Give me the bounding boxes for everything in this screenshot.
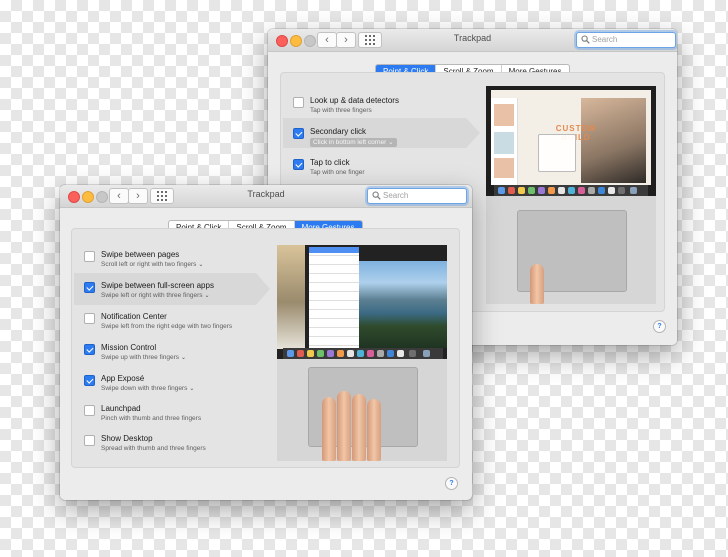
search-icon [372,191,381,200]
preview-mail-header [309,247,359,253]
dock-icon [568,187,575,194]
option-title: Swipe between pages [101,250,180,259]
option-title: Swipe between full-screen apps [101,281,214,290]
dock-icon [498,187,505,194]
dock-icon [528,187,535,194]
front-trackpad-window: ‹ › Trackpad Search Point & Click Scroll… [60,185,472,500]
dock-icon [377,350,384,357]
dock-icon [588,187,595,194]
dock-icon [558,187,565,194]
option-subtitle: Pinch with thumb and three fingers [101,415,202,422]
dock-icon [347,350,354,357]
option-title: Secondary click [310,127,367,136]
subtitle-text: Scroll left or right with two fingers [101,261,197,268]
dock-icon [548,187,555,194]
option-title: Tap to click [310,158,350,167]
option-subtitle: Tap with one finger [310,169,365,176]
gesture-preview [277,245,447,461]
chevron-down-icon: ⌄ [181,355,187,361]
dock-icon [327,350,334,357]
search-field[interactable]: Search [367,188,467,204]
dock-icon [538,187,545,194]
dock-icon [287,350,294,357]
finger-illustration [337,391,351,461]
option-subtitle[interactable]: Swipe up with three fingers ⌄ [101,354,186,361]
dock-icon [297,350,304,357]
context-menu [538,134,576,172]
show-desktop-checkbox[interactable] [84,435,95,446]
dock-icon [578,187,585,194]
chevron-down-icon: ⌄ [204,293,210,299]
dock-icon [409,350,416,357]
option-subtitle[interactable]: Scroll left or right with two fingers ⌄ [101,261,203,268]
dock-icon [598,187,605,194]
preview-thumb [494,132,514,154]
dock-icon [518,187,525,194]
dock-icon [423,350,430,357]
gesture-preview: CUSTOM BUILD [486,86,656,304]
launchpad-checkbox[interactable] [84,405,95,416]
secondary-click-popup[interactable]: Click in bottom left corner ⌄ [310,138,397,147]
search-placeholder: Search [383,191,409,200]
chevron-down-icon: ⌄ [189,386,195,392]
help-button[interactable]: ? [653,320,666,333]
subtitle-text: Swipe up with three fingers [101,354,180,361]
finger-illustration [530,264,544,304]
back-titlebar: ‹ › Trackpad Search [268,29,677,52]
front-titlebar: ‹ › Trackpad Search [60,185,472,208]
preview-dock [494,185,648,196]
option-subtitle[interactable]: Swipe left or right with three fingers ⌄ [101,292,210,299]
search-icon [581,35,590,44]
option-title: Mission Control [101,343,157,352]
dock-icon [307,350,314,357]
help-button[interactable]: ? [445,477,458,490]
dock-icon [337,350,344,357]
dock-icon [397,350,404,357]
dock-icon [508,187,515,194]
dock-icon [367,350,374,357]
finger-illustration [352,394,366,461]
dock-icon [630,187,637,194]
dock-icon [618,187,625,194]
look-up-checkbox[interactable] [293,97,304,108]
preview-dock [283,348,443,359]
dock-icon [357,350,364,357]
chevron-down-icon: ⌄ [198,262,204,268]
search-field[interactable]: Search [576,32,676,48]
option-subtitle: Swipe left from the right edge with two … [101,323,233,330]
subtitle-text: Swipe down with three fingers [101,385,188,392]
option-title: Launchpad [101,404,141,413]
option-subtitle: Tap with three fingers [310,107,372,114]
swipe-full-screen-checkbox[interactable] [84,282,95,293]
option-title: Notification Center [101,312,167,321]
secondary-click-checkbox[interactable] [293,128,304,139]
finger-illustration [367,399,381,461]
app-expose-checkbox[interactable] [84,375,95,386]
preview-thumb [494,158,514,178]
option-subtitle[interactable]: Swipe down with three fingers ⌄ [101,385,194,392]
notification-center-checkbox[interactable] [84,313,95,324]
preview-mail-list [309,247,359,348]
option-title: App Exposé [101,374,145,383]
option-title: Look up & data detectors [310,96,399,105]
dock-icon [317,350,324,357]
finger-illustration [322,397,336,461]
option-subtitle: Spread with thumb and three fingers [101,445,206,452]
preview-thumb [494,104,514,126]
tap-to-click-checkbox[interactable] [293,159,304,170]
preview-left-app [277,245,305,349]
swipe-pages-checkbox[interactable] [84,251,95,262]
subtitle-text: Swipe left or right with three fingers [101,292,203,299]
mission-control-checkbox[interactable] [84,344,95,355]
search-placeholder: Search [592,35,618,44]
dock-icon [608,187,615,194]
preview-landscape-photo [359,261,447,348]
dock-icon [387,350,394,357]
option-title: Show Desktop [101,434,153,443]
